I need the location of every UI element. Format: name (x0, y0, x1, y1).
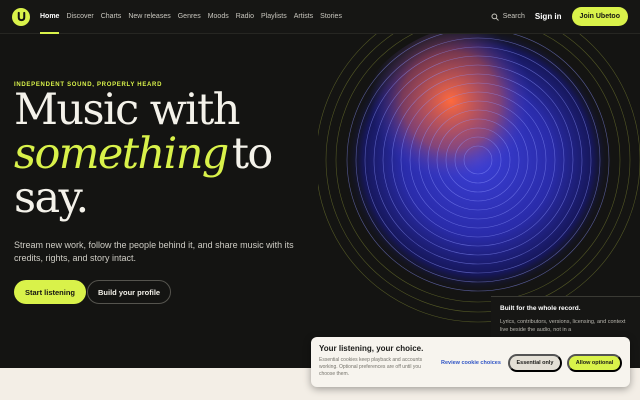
sign-in-link[interactable]: Sign in (535, 12, 562, 21)
nav-playlists[interactable]: Playlists (261, 0, 287, 34)
nav-genres[interactable]: Genres (178, 0, 201, 34)
feature-card-text: Lyrics, contributors, versions, licensin… (500, 319, 626, 333)
cookie-title: Your listening, your choice. (319, 344, 424, 353)
search-icon (491, 12, 499, 21)
cookie-description: Essential cookies keep playback and acco… (319, 357, 423, 377)
hero-title-line-3: say. (14, 173, 89, 223)
nav-charts[interactable]: Charts (101, 0, 122, 34)
nav-discover[interactable]: Discover (66, 0, 93, 34)
nav-artists[interactable]: Artists (294, 0, 313, 34)
hero-title-line-1: Music with (14, 85, 240, 135)
review-cookie-choices-link[interactable]: Review cookie choices (441, 360, 501, 366)
hero-title-line-2-rest: to (231, 129, 274, 179)
hero-title-emphasis: something (14, 129, 229, 179)
search-button[interactable]: Search (491, 12, 525, 21)
hero-title-line-2: somethingto (14, 129, 274, 179)
main-nav: Home Discover Charts New releases Genres… (40, 0, 342, 34)
start-listening-button[interactable]: Start listening (14, 280, 87, 304)
nav-new-releases[interactable]: New releases (128, 0, 170, 34)
search-label: Search (502, 13, 525, 20)
hero-description: Stream new work, follow the people behin… (14, 240, 294, 263)
nav-actions: Search Sign in Join Ubetoo (491, 7, 628, 26)
nav-radio[interactable]: Radio (236, 0, 254, 34)
nav-moods[interactable]: Moods (208, 0, 229, 34)
allow-optional-button[interactable]: Allow optional (567, 354, 622, 372)
ubetoo-logo-icon[interactable] (12, 7, 30, 26)
nav-home[interactable]: Home (40, 0, 60, 34)
nav-stories[interactable]: Stories (320, 0, 342, 34)
top-nav: Home Discover Charts New releases Genres… (0, 0, 640, 34)
feature-card-title: Built for the whole record. (500, 305, 581, 312)
join-button[interactable]: Join Ubetoo (571, 7, 628, 26)
essential-only-button[interactable]: Essential only (508, 354, 562, 372)
concentric-orb-art (318, 34, 640, 323)
build-profile-button[interactable]: Build your profile (87, 280, 172, 304)
hero-section: INDEPENDENT SOUND, PROPERLY HEARD Music … (0, 34, 640, 368)
cookie-banner: Your listening, your choice. Essential c… (311, 337, 630, 387)
